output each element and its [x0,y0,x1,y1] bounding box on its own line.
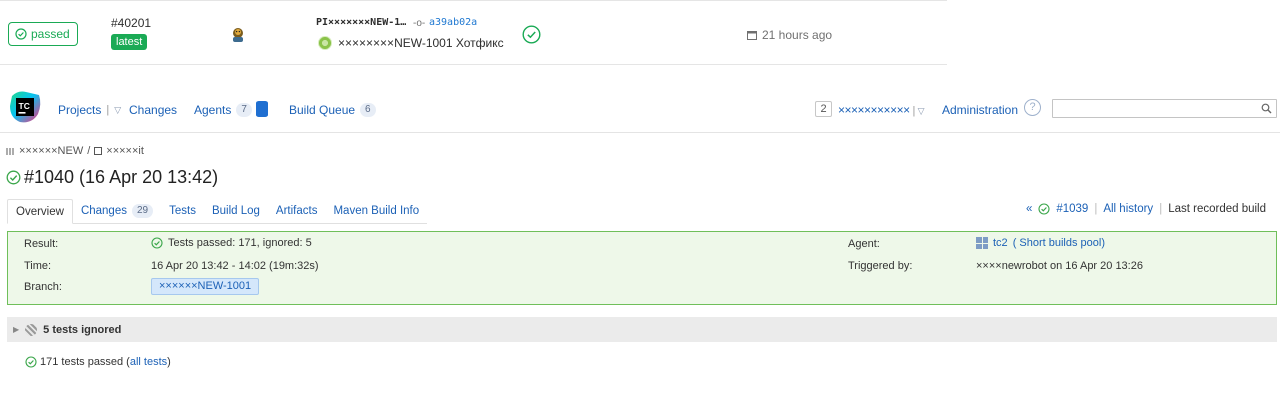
pipeline-id-link[interactable]: #40201 [111,16,151,30]
trigger-avatar[interactable] [228,24,248,44]
result-label: Result: [24,238,59,250]
running-builds-counter[interactable]: 2 [815,101,832,117]
user-chevron-down-icon[interactable]: ▽ [918,106,925,116]
breadcrumb-project-link[interactable]: ××××××NEW [19,145,83,157]
help-icon[interactable]: ? [1024,99,1041,116]
build-history-nav: « #1039 | All history | Last recorded bu… [1026,203,1266,215]
build-title-text: #1040 (16 Apr 20 13:42) [24,167,219,187]
build-queue-count-badge: 6 [360,103,376,117]
logo-text: TC [19,101,30,111]
tab-maven-build-info[interactable]: Maven Build Info [325,199,427,223]
result-value: Tests passed: 171, ignored: 5 [151,237,312,249]
close-paren: ) [167,356,171,368]
user-menu-divider: | [912,105,915,117]
ignored-icon [25,323,38,336]
user-menu[interactable]: ××××××××××× | ▽ [838,103,925,117]
history-separator: | [1094,203,1098,215]
result-value-text: Tests passed: 171, ignored: 5 [168,237,312,249]
ignored-tests-header[interactable]: ▶ 5 tests ignored [7,317,1277,342]
all-history-link[interactable]: All history [1103,203,1153,215]
search-input[interactable] [1052,99,1277,118]
triggered-by-value: ××××newrobot on 16 Apr 20 13:26 [976,260,1143,272]
tab-artifacts-label: Artifacts [275,205,318,217]
agent-value: tc2 ( Short builds pool) [976,237,1105,249]
project-icon [6,147,15,155]
passed-tests-text: 171 tests passed [40,356,124,368]
nav-divider: | [106,104,110,116]
agent-pool-link[interactable]: ( Short builds pool) [1013,237,1105,249]
tab-build-log[interactable]: Build Log [204,199,268,223]
pipeline-time: 21 hours ago [747,28,832,42]
tab-tests-label: Tests [169,205,196,217]
previous-build-arrow-icon[interactable]: « [1026,203,1032,215]
breadcrumb-build-config-link[interactable]: ×××××it [106,145,144,157]
time-label: Time: [24,260,52,272]
teamcity-logo-icon[interactable]: TC [8,90,42,124]
commit-sha-link[interactable]: a39ab02a [429,17,477,28]
expand-triangle-icon[interactable]: ▶ [13,325,19,334]
breadcrumb-separator: / [87,145,91,157]
time-value: 16 Apr 20 13:42 - 14:02 (19m:32s) [151,260,319,272]
chevron-down-icon[interactable]: ▽ [114,105,121,116]
nav-administration[interactable]: Administration [942,103,1018,117]
breadcrumb: ××××××NEW / ×××××it [6,145,144,157]
time-ago-text: 21 hours ago [762,28,833,42]
nav-projects-label: Projects [58,103,102,117]
tab-changes-label: Changes [80,205,127,217]
nav-agents-label: Agents [194,103,232,117]
tab-artifacts[interactable]: Artifacts [268,199,326,223]
tests-passed-icon [151,237,163,249]
tab-overview-label: Overview [16,205,64,218]
commit-title-link[interactable]: ××××××××NEW-1001 Хотфикс [338,36,504,50]
last-recorded-build-label: Last recorded build [1168,203,1266,215]
user-name: ××××××××××× [838,103,910,117]
stage-success-icon[interactable] [522,25,541,44]
nav-agents[interactable]: Agents 7 [194,103,252,117]
tab-maven-build-info-label: Maven Build Info [333,205,420,217]
page-title: #1040 (16 Apr 20 13:42) [6,167,218,188]
gitlab-pipeline-row: passed #40201 latest PΙ×××××××NEW-1… -o-… [0,0,947,65]
nav-changes[interactable]: Changes [129,103,177,117]
nav-build-queue-label: Build Queue [289,103,356,117]
changes-count-badge: 29 [131,204,154,218]
agent-link[interactable]: tc2 [993,237,1008,249]
agent-label: Agent: [848,238,880,250]
commit-icon: -o- [413,18,426,29]
previous-build-link[interactable]: #1039 [1056,203,1088,215]
commit-author-avatar[interactable] [318,36,332,50]
pipeline-status-badge[interactable]: passed [8,22,78,46]
previous-build-success-icon [1038,203,1050,215]
calendar-icon [747,31,757,40]
pipeline-status-label: passed [31,27,70,41]
tab-changes[interactable]: Changes 29 [73,199,161,223]
latest-badge: latest [111,34,148,50]
build-success-icon [6,170,21,185]
tab-build-log-label: Build Log [211,205,260,217]
tab-tests[interactable]: Tests [161,199,204,223]
ignored-tests-label: 5 tests ignored [43,323,122,336]
branch-label: Branch: [24,281,62,293]
check-circle-icon [15,28,27,40]
windows-icon [976,237,988,249]
triggered-by-label: Triggered by: [848,260,913,272]
agent-pool-icon[interactable] [256,101,268,117]
nav-projects[interactable]: Projects | ▽ [58,103,121,117]
branch-chip[interactable]: ××××××NEW-1001 [151,278,260,295]
agents-count-badge: 7 [236,103,252,117]
nav-build-queue[interactable]: Build Queue 6 [289,103,376,117]
build-tabs: Overview Changes 29 Tests Build Log Arti… [7,199,428,224]
search-icon[interactable] [1261,103,1272,114]
build-config-icon [94,147,103,155]
all-tests-link[interactable]: all tests [130,356,167,368]
tests-passed-check-icon [25,356,37,368]
build-summary: Result: Tests passed: 171, ignored: 5 Ti… [7,231,1277,305]
branch-ref-link[interactable]: PΙ×××××××NEW-1… [316,17,406,28]
tab-overview[interactable]: Overview [7,199,73,224]
history-separator-2: | [1159,203,1163,215]
passed-tests-line: 171 tests passed (all tests) [25,356,171,368]
